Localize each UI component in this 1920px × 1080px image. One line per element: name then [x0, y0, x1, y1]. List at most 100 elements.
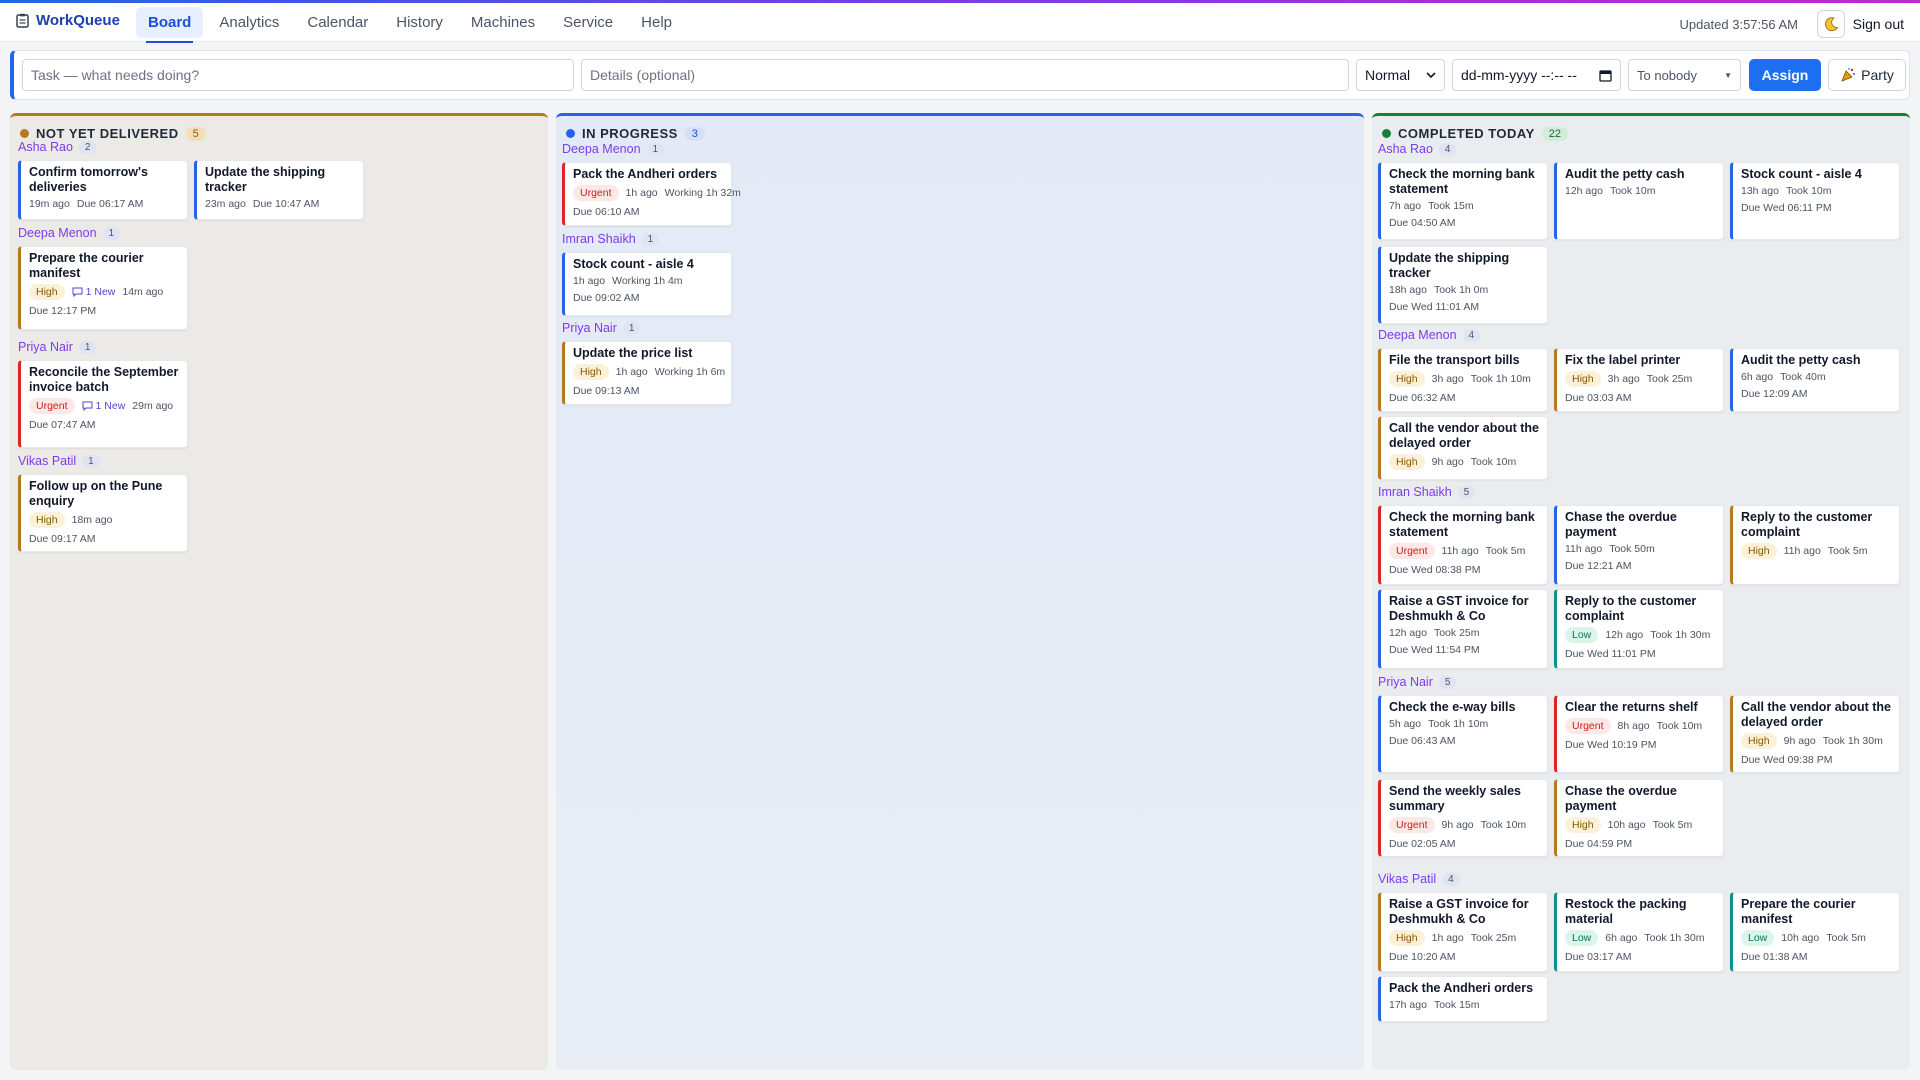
assignee-count: 5 [1457, 485, 1476, 499]
task-card[interactable]: Prepare the courier manifest Low 10h ago To… [1730, 892, 1900, 972]
assignee-name[interactable]: Deepa Menon [562, 142, 641, 156]
assignee-name[interactable]: Priya Nair [18, 340, 73, 354]
task-card[interactable]: Follow up on the Pune enquiry High 18m ago… [18, 474, 188, 552]
nav-history[interactable]: History [384, 7, 455, 38]
task-due: Due 04:59 PM [1565, 838, 1633, 850]
assignee-name[interactable]: Imran Shaikh [1378, 485, 1452, 499]
task-title: Follow up on the Pune enquiry [29, 479, 163, 508]
priority-value: Normal [1365, 67, 1411, 83]
assignee-name[interactable]: Imran Shaikh [562, 232, 636, 246]
nav-calendar[interactable]: Calendar [295, 7, 380, 38]
task-meta: Urgent 1h ago Working 1h 32m [573, 185, 741, 201]
task-due: Due 01:38 AM [1741, 951, 1808, 963]
task-card[interactable]: Update the price list High 1h ago Working 1… [562, 341, 732, 405]
task-card[interactable]: Call the vendor about the delayed order H… [1378, 416, 1548, 480]
task-meta-item: Took 1h 10m [1470, 373, 1531, 385]
assignee-name[interactable]: Priya Nair [562, 321, 617, 335]
task-meta-item: Took 15m [1433, 999, 1480, 1011]
task-card[interactable]: Clear the returns shelf Urgent 8h ago Took … [1554, 695, 1724, 773]
column-title: IN PROGRESS [582, 126, 678, 141]
task-card[interactable]: Restock the packing material Low 6h ago Too… [1554, 892, 1724, 972]
assign-button[interactable]: Assign [1749, 59, 1821, 91]
assignee-name[interactable]: Vikas Patil [18, 454, 76, 468]
task-title: Update the shipping tracker [1389, 251, 1510, 280]
priority-badge: High [29, 512, 65, 528]
task-meta-item: 11h ago [1565, 543, 1603, 555]
nav-service[interactable]: Service [551, 7, 625, 38]
nav-board[interactable]: Board [136, 7, 204, 43]
nav-analytics[interactable]: Analytics [207, 7, 291, 38]
comment-icon [82, 401, 93, 411]
task-card[interactable]: Check the morning bank statement 7h ago To… [1378, 162, 1548, 240]
column-not-yet-delivered: NOT YET DELIVERED 5 Asha Rao 2 Confirm tom… [10, 113, 548, 1070]
task-card[interactable]: Update the shipping tracker 18h ago Took 1… [1378, 246, 1548, 324]
task-card[interactable]: Check the e-way bills 5h ago Took 1h 10m Du… [1378, 695, 1548, 773]
task-meta-item: 3h ago [1431, 373, 1464, 385]
task-card[interactable]: Reconcile the September invoice batch Urg… [18, 360, 188, 448]
assignee-count: 1 [82, 454, 100, 468]
task-title: Call the vendor about the delayed order [1741, 700, 1892, 729]
task-meta-item: 10h ago [1607, 819, 1646, 831]
task-card[interactable]: Audit the petty cash 6h ago Took 40m Due 12… [1730, 348, 1900, 412]
task-card[interactable]: Audit the petty cash 12h ago Took 10m [1554, 162, 1724, 240]
assignee-select[interactable]: To nobody ▼ [1628, 59, 1741, 91]
task-card[interactable]: Fix the label printer High 3h ago Took 25m D… [1554, 348, 1724, 412]
task-card[interactable]: Confirm tomorrow's deliveries 19m ago Due … [18, 160, 188, 220]
due-date-input[interactable]: dd-mm-yyyy --:-- -- [1452, 59, 1621, 91]
assignee-name[interactable]: Deepa Menon [18, 226, 97, 240]
task-meta: High 1 New 14m ago [29, 284, 179, 300]
task-card[interactable]: Pack the Andheri orders 17h ago Took 15m [1378, 976, 1548, 1022]
assignee-name[interactable]: Asha Rao [1378, 142, 1433, 156]
task-card[interactable]: Update the shipping tracker 23m ago Due 10… [194, 160, 364, 220]
task-card[interactable]: Raise a GST invoice for Deshmukh & Co Hig… [1378, 892, 1548, 972]
task-card[interactable]: Reply to the customer complaint High 11h a… [1730, 505, 1900, 585]
column-title: NOT YET DELIVERED [36, 126, 179, 141]
column-header: NOT YET DELIVERED 5 [20, 126, 206, 141]
task-meta-item: Working 1h 4m [612, 275, 683, 287]
assignee-name[interactable]: Asha Rao [18, 140, 73, 154]
nav-help[interactable]: Help [629, 7, 684, 38]
task-due: Due Wed 10:19 PM [1565, 739, 1657, 751]
party-button[interactable]: Party [1828, 59, 1906, 91]
assignee-name[interactable]: Priya Nair [1378, 675, 1433, 689]
assignee-name[interactable]: Deepa Menon [1378, 328, 1457, 342]
priority-select[interactable]: Normal [1356, 59, 1445, 91]
task-card[interactable]: Chase the overdue payment 11h ago Took 50m… [1554, 505, 1724, 585]
task-meta-item: Took 25m [1646, 373, 1693, 385]
task-card[interactable]: Pack the Andheri orders Urgent 1h ago Worki… [562, 162, 741, 226]
task-meta-item: Took 10m [1480, 819, 1527, 831]
task-meta-item: 19m ago [29, 198, 70, 210]
assignee-count: 1 [646, 142, 665, 156]
task-card[interactable]: Raise a GST invoice for Deshmukh & Co 12h… [1378, 589, 1548, 669]
task-card[interactable]: Prepare the courier manifest High 1 New 14m… [18, 246, 188, 330]
task-meta-item: 14m ago [122, 286, 164, 298]
assignee-name[interactable]: Vikas Patil [1378, 872, 1436, 886]
task-card[interactable]: Stock count - aisle 4 13h ago Took 10m Due … [1730, 162, 1900, 240]
task-title: Update the price list [573, 346, 693, 360]
task-card[interactable]: Check the morning bank statement Urgent 11… [1378, 505, 1548, 585]
sign-out-link[interactable]: Sign out [1853, 16, 1904, 32]
assignee-group-header: Deepa Menon 4 [1378, 328, 1481, 342]
task-input[interactable] [22, 59, 574, 91]
task-card[interactable]: Call the vendor about the delayed order H… [1730, 695, 1900, 773]
theme-toggle-button[interactable] [1817, 10, 1845, 38]
task-meta: 6h ago Took 40m [1741, 371, 1891, 383]
app-name: WorkQueue [36, 12, 120, 29]
task-card[interactable]: Stock count - aisle 4 1h ago Working 1h 4m… [562, 252, 732, 316]
nav-machines[interactable]: Machines [459, 7, 547, 38]
details-input[interactable] [581, 59, 1349, 91]
task-meta: High 9h ago Took 10m [1389, 454, 1539, 470]
task-meta-item: 13h ago [1741, 185, 1779, 197]
comments-indicator[interactable]: 1 New [82, 400, 125, 412]
task-title: Prepare the courier manifest [1741, 897, 1856, 926]
task-card[interactable]: Reply to the customer complaint Low 12h ag… [1554, 589, 1724, 669]
task-title: Fix the label printer [1565, 353, 1681, 367]
comments-indicator[interactable]: 1 New [72, 286, 115, 298]
task-meta-item: Due 06:17 AM [76, 198, 144, 210]
task-card[interactable]: Send the weekly sales summary Urgent 9h ag… [1378, 779, 1548, 857]
app-logo[interactable]: WorkQueue [16, 12, 120, 29]
status-dot [1382, 129, 1391, 138]
task-title: Raise a GST invoice for Deshmukh & Co [1389, 897, 1529, 926]
task-card[interactable]: File the transport bills High 3h ago Took 1… [1378, 348, 1548, 412]
task-card[interactable]: Chase the overdue payment High 10h ago Took… [1554, 779, 1724, 857]
